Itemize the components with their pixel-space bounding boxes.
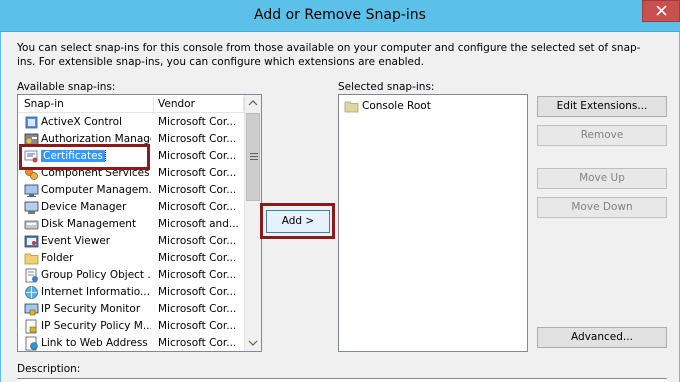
vertical-scrollbar[interactable] bbox=[244, 95, 261, 351]
grip-line bbox=[250, 159, 258, 160]
scroll-up-arrow[interactable] bbox=[245, 95, 261, 112]
chevron-up-icon bbox=[248, 100, 258, 106]
chevron-down-icon bbox=[248, 340, 258, 346]
snapin-row[interactable]: Disk Management Microsoft and... bbox=[18, 216, 244, 233]
list-header: Snap-in Vendor bbox=[18, 95, 244, 113]
snapin-vendor: Microsoft Cor... bbox=[158, 252, 237, 264]
snapin-name: Link to Web Address bbox=[41, 337, 148, 349]
description-box bbox=[17, 378, 667, 382]
edit-extensions-button[interactable]: Edit Extensions... bbox=[537, 96, 667, 117]
iis-icon bbox=[25, 286, 38, 299]
snapin-name: Computer Managem... bbox=[41, 184, 151, 196]
selected-snapins-label: Selected snap-ins: bbox=[338, 81, 435, 93]
snapin-name: Disk Management bbox=[41, 218, 137, 230]
window-title: Add or Remove Snap-ins bbox=[254, 7, 426, 23]
snapin-row[interactable]: Computer Managem... Microsoft Cor... bbox=[18, 182, 244, 199]
selected-snapins-list[interactable]: Console Root bbox=[338, 94, 528, 352]
console-root-label: Console Root bbox=[362, 100, 431, 112]
close-button[interactable] bbox=[642, 0, 680, 22]
snapin-row[interactable]: Folder Microsoft Cor... bbox=[18, 250, 244, 267]
scroll-thumb[interactable] bbox=[246, 113, 260, 201]
column-header-vendor[interactable]: Vendor bbox=[158, 98, 195, 110]
snapin-vendor: Microsoft Cor... bbox=[158, 235, 237, 247]
computer-management-icon bbox=[24, 184, 39, 197]
activex-icon bbox=[25, 116, 38, 129]
snapin-row[interactable]: Device Manager Microsoft Cor... bbox=[18, 199, 244, 216]
certificates-highlight bbox=[19, 144, 150, 170]
disk-icon bbox=[24, 220, 39, 230]
snapin-vendor: Microsoft Cor... bbox=[158, 184, 237, 196]
scroll-down-arrow[interactable] bbox=[245, 334, 261, 351]
close-icon bbox=[656, 6, 667, 16]
available-snapins-list[interactable]: Snap-in Vendor ActiveX Control Microsoft … bbox=[17, 94, 262, 352]
snapin-vendor: Microsoft Cor... bbox=[158, 133, 237, 145]
selected-item[interactable]: Console Root bbox=[339, 98, 525, 115]
snapin-row[interactable]: IP Security Policy M... Microsoft Cor... bbox=[18, 318, 244, 335]
snapin-vendor: Microsoft Cor... bbox=[158, 150, 237, 162]
column-separator[interactable] bbox=[153, 97, 154, 111]
snapin-vendor: Microsoft and... bbox=[158, 218, 239, 230]
group-policy-icon bbox=[25, 268, 38, 283]
snapin-row[interactable]: IP Security Monitor Microsoft Cor... bbox=[18, 301, 244, 318]
snapin-name: Device Manager bbox=[41, 201, 127, 213]
advanced-button[interactable]: Advanced... bbox=[537, 327, 667, 348]
available-snapins-label: Available snap-ins: bbox=[17, 81, 116, 93]
snapin-name: Event Viewer bbox=[41, 235, 111, 247]
column-header-snapin[interactable]: Snap-in bbox=[24, 98, 64, 110]
add-button-highlight bbox=[260, 203, 335, 239]
intro-text: You can select snap-ins for this console… bbox=[17, 42, 641, 68]
grip-line bbox=[250, 156, 258, 157]
snapin-vendor: Microsoft Cor... bbox=[158, 320, 237, 332]
snapin-vendor: Microsoft Cor... bbox=[158, 201, 237, 213]
snapin-row[interactable]: Group Policy Object ... Microsoft Cor... bbox=[18, 267, 244, 284]
snapin-vendor: Microsoft Cor... bbox=[158, 269, 237, 281]
web-link-icon bbox=[25, 336, 38, 351]
move-down-button[interactable]: Move Down bbox=[537, 197, 667, 218]
snapin-vendor: Microsoft Cor... bbox=[158, 167, 237, 179]
snapin-vendor: Microsoft Cor... bbox=[158, 303, 237, 315]
description-label: Description: bbox=[17, 363, 81, 375]
snapin-name: IP Security Policy M... bbox=[41, 320, 151, 332]
snapin-name: Internet Informatio... bbox=[41, 286, 150, 298]
snapin-row[interactable]: Internet Informatio... Microsoft Cor... bbox=[18, 284, 244, 301]
remove-button[interactable]: Remove bbox=[537, 125, 667, 146]
snapin-row[interactable]: Event Viewer Microsoft Cor... bbox=[18, 233, 244, 250]
snapin-vendor: Microsoft Cor... bbox=[158, 116, 237, 128]
snapin-row[interactable]: ActiveX Control Microsoft Cor... bbox=[18, 114, 244, 131]
event-viewer-icon bbox=[24, 235, 39, 248]
device-manager-icon bbox=[24, 201, 39, 214]
console-root-folder-icon bbox=[344, 101, 359, 113]
snapin-name: Folder bbox=[41, 252, 74, 264]
ip-security-icon bbox=[24, 303, 39, 316]
folder-icon bbox=[24, 253, 39, 265]
snapin-vendor: Microsoft Cor... bbox=[158, 286, 237, 298]
snapin-name: IP Security Monitor bbox=[41, 303, 141, 315]
move-up-button[interactable]: Move Up bbox=[537, 168, 667, 189]
snapin-name: ActiveX Control bbox=[41, 116, 122, 128]
title-bar: Add or Remove Snap-ins bbox=[0, 0, 680, 32]
snapin-vendor: Microsoft Cor... bbox=[158, 337, 237, 349]
snapin-row[interactable]: Link to Web Address Microsoft Cor... bbox=[18, 335, 244, 351]
snapin-name: Group Policy Object ... bbox=[41, 269, 151, 281]
ip-security-policy-icon bbox=[25, 319, 37, 334]
grip-line bbox=[250, 153, 258, 154]
